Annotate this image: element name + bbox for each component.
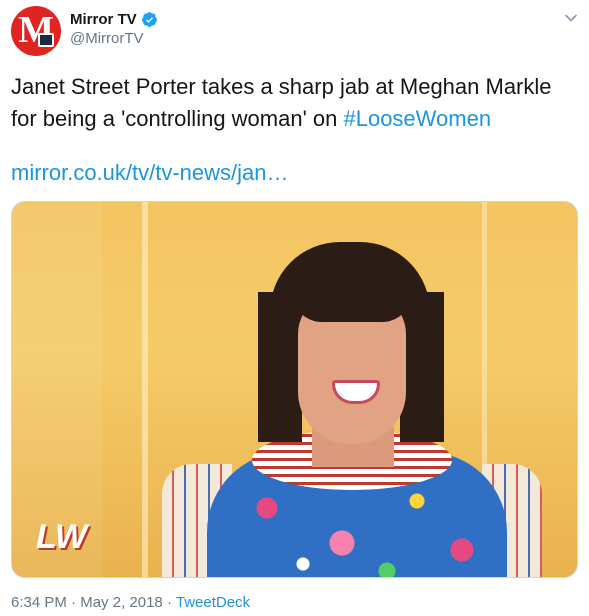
tweet-text: Janet Street Porter takes a sharp jab at… xyxy=(11,71,571,135)
chevron-down-icon[interactable] xyxy=(563,10,579,26)
handle[interactable]: @MirrorTV xyxy=(70,30,144,47)
media-image[interactable]: LW xyxy=(11,201,578,578)
article-link[interactable]: mirror.co.uk/tv/tv-news/jan… xyxy=(11,158,289,188)
background-panel xyxy=(142,202,148,577)
display-name[interactable]: Mirror TV xyxy=(70,11,137,28)
name-row: Mirror TV xyxy=(70,9,158,29)
loose-women-logo: LW xyxy=(36,518,87,556)
tweet-time[interactable]: 6:34 PM xyxy=(11,594,67,611)
meta-separator: · xyxy=(166,594,172,611)
tv-screen-icon xyxy=(38,33,54,47)
person-fringe xyxy=(292,282,412,322)
meta-separator: · xyxy=(71,594,77,611)
tweet-meta: 6:34 PM · May 2, 2018 · TweetDeck xyxy=(11,594,250,611)
tweet-card: M Mirror TV @MirrorTV Janet Street Porte… xyxy=(0,0,589,616)
verified-badge-icon xyxy=(141,11,157,27)
avatar[interactable]: M xyxy=(11,6,61,56)
hashtag-link[interactable]: #LooseWomen xyxy=(343,106,491,131)
tweet-date[interactable]: May 2, 2018 xyxy=(80,594,163,611)
tweet-source[interactable]: TweetDeck xyxy=(176,594,250,611)
